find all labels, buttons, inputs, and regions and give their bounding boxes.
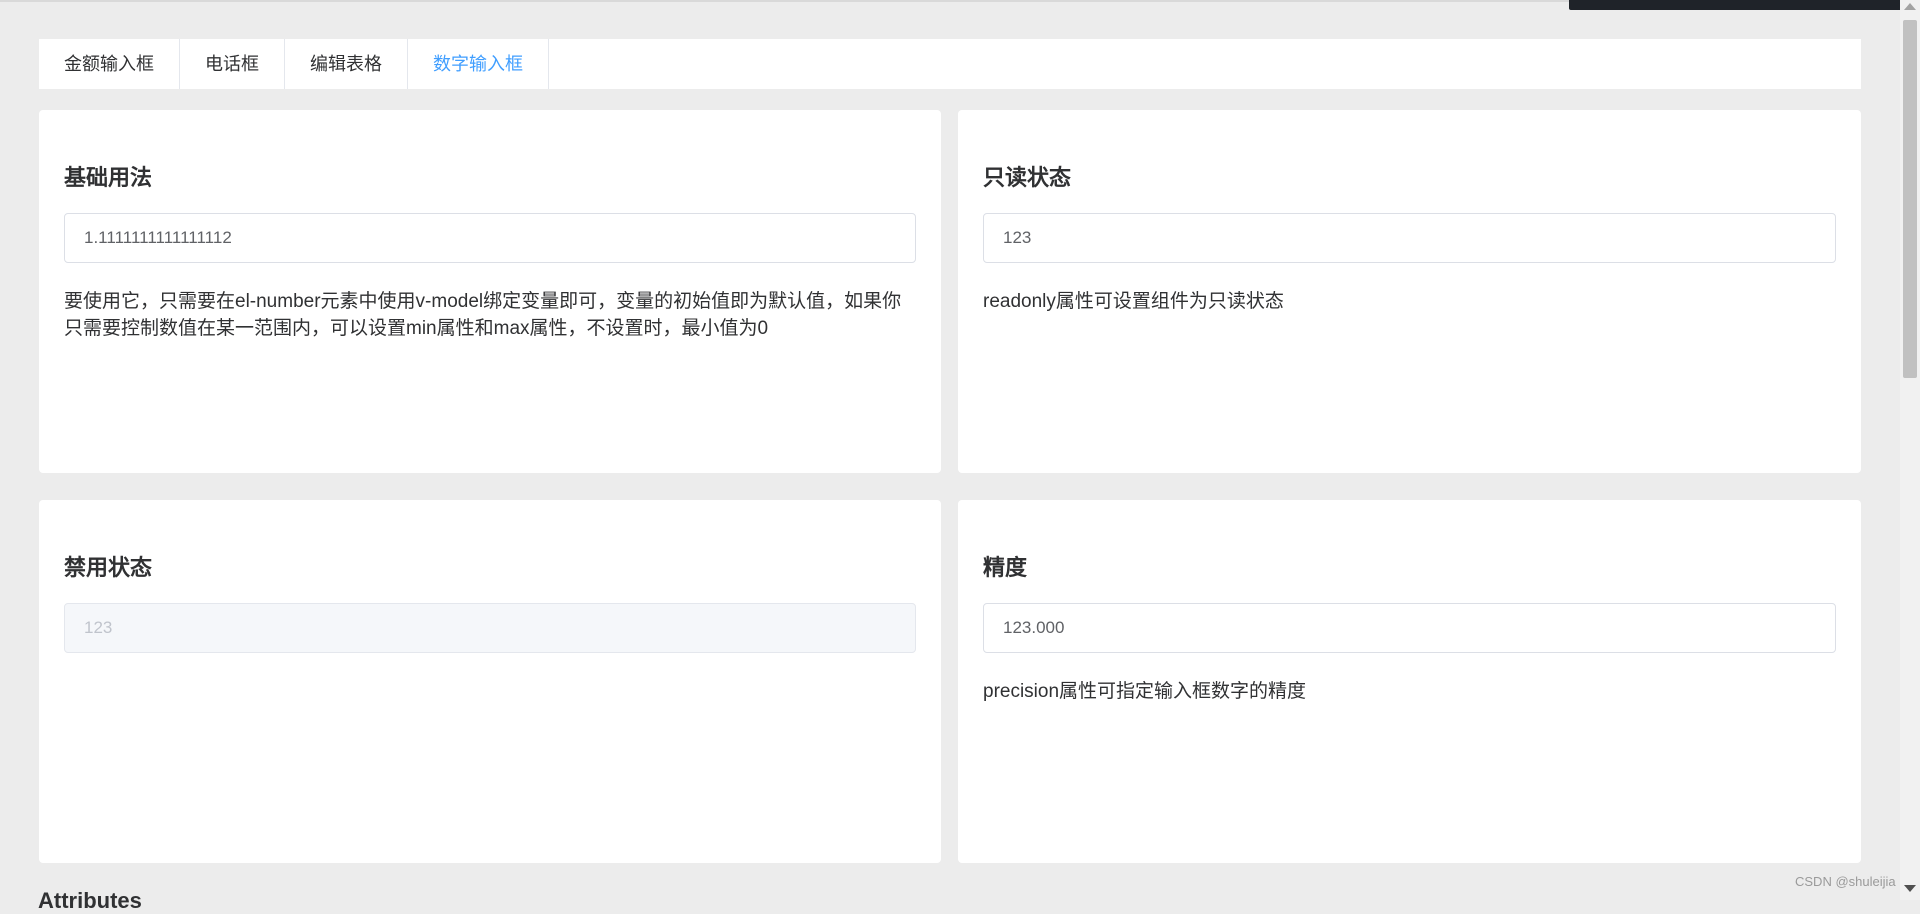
scrollbar-thumb[interactable] <box>1903 20 1917 378</box>
input-value: 1.1111111111111112 <box>84 228 232 247</box>
scroll-down-arrow-icon[interactable] <box>1904 885 1916 892</box>
card-description: precision属性可指定输入框数字的精度 <box>983 681 1307 702</box>
tab-phone-input[interactable]: 电话框 <box>180 39 285 89</box>
input-value: 123 <box>84 618 113 637</box>
card-title: 禁用状态 <box>64 555 153 580</box>
card-precision: 精度 123.000 precision属性可指定输入框数字的精度 <box>958 500 1861 863</box>
card-title: 精度 <box>983 555 1028 580</box>
tab-number-input[interactable]: 数字输入框 <box>408 39 549 89</box>
tab-amount-input[interactable]: 金额输入框 <box>39 39 180 89</box>
card-description: readonly属性可设置组件为只读状态 <box>983 291 1284 312</box>
input-value: 123 <box>1003 228 1032 247</box>
scroll-up-arrow-icon[interactable] <box>1904 3 1916 10</box>
tab-bar: 金额输入框 电话框 编辑表格 数字输入框 <box>39 39 1861 89</box>
card-title: 基础用法 <box>64 165 153 190</box>
attributes-heading: Attributes <box>38 888 142 913</box>
tab-edit-table[interactable]: 编辑表格 <box>285 39 408 89</box>
top-overlay-bar <box>1569 0 1903 10</box>
number-input-disabled: 123 <box>64 603 916 653</box>
card-description: 要使用它，只需要在el-number元素中使用v-model绑定变量即可，变量的… <box>64 291 902 339</box>
card-disabled: 禁用状态 123 <box>39 500 941 863</box>
number-input-basic[interactable]: 1.1111111111111112 <box>64 213 916 263</box>
watermark: CSDN @shuleijia <box>1795 874 1896 889</box>
card-basic-usage: 基础用法 1.1111111111111112 要使用它，只需要在el-numb… <box>39 110 941 473</box>
number-input-precision[interactable]: 123.000 <box>983 603 1836 653</box>
card-title: 只读状态 <box>983 165 1072 190</box>
number-input-readonly[interactable]: 123 <box>983 213 1836 263</box>
card-readonly: 只读状态 123 readonly属性可设置组件为只读状态 <box>958 110 1861 473</box>
input-value: 123.000 <box>1003 618 1065 637</box>
